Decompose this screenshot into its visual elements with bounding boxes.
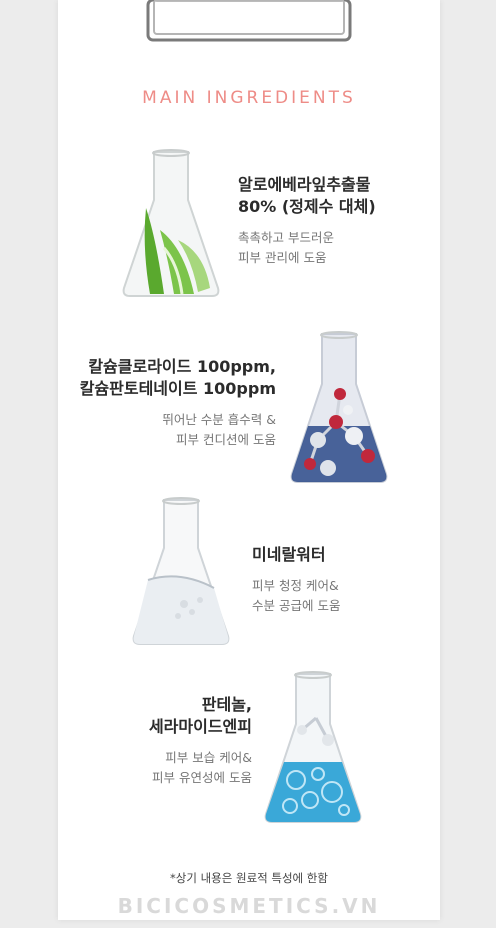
title-line: 판테놀, (201, 695, 252, 714)
desc-line: 피부 컨디션에 도움 (176, 432, 276, 447)
desc-line: 피부 청정 케어& (252, 578, 339, 593)
desc-line: 피부 보습 케어& (165, 750, 252, 765)
title-line: 미네랄워터 (252, 545, 326, 564)
desc-line: 피부 유연성에 도움 (152, 770, 252, 785)
molecule-flask-image (290, 331, 388, 483)
ingredient-calcium: 칼슘클로라이드 100ppm, 칼슘판토테네이트 100ppm 뛰어난 수분 흡… (66, 356, 276, 450)
title-line: 80% (정제수 대체) (238, 197, 376, 216)
section-heading: MAIN INGREDIENTS (142, 88, 356, 108)
title-line: 칼슘클로라이드 100ppm, (88, 357, 276, 376)
title-line: 알로에베라잎추출물 (238, 175, 371, 194)
ingredient-panthenol: 판테놀, 세라마이드엔피 피부 보습 케어& 피부 유연성에 도움 (66, 694, 252, 788)
ingredient-title: 칼슘클로라이드 100ppm, 칼슘판토테네이트 100ppm (66, 356, 276, 400)
water-flask-image (132, 497, 230, 645)
watermark: BICICOSMETICS.VN (117, 894, 381, 918)
title-line: 칼슘판토테네이트 100ppm (79, 379, 276, 398)
aloe-flask-image (122, 149, 220, 297)
ingredient-desc: 피부 청정 케어& 수분 공급에 도움 (252, 576, 428, 616)
title-line: 세라마이드엔피 (148, 717, 252, 736)
desc-line: 수분 공급에 도움 (252, 598, 341, 613)
ingredient-desc: 뛰어난 수분 흡수력 & 피부 컨디션에 도움 (66, 410, 276, 450)
desc-line: 뛰어난 수분 흡수력 & (162, 412, 276, 427)
bubble-flask-image (264, 671, 362, 823)
desc-line: 피부 관리에 도움 (238, 250, 327, 265)
desc-line: 촉촉하고 부드러운 (238, 230, 334, 245)
ingredient-title: 판테놀, 세라마이드엔피 (66, 694, 252, 738)
ingredient-desc: 피부 보습 케어& 피부 유연성에 도움 (66, 748, 252, 788)
ingredient-title: 알로에베라잎추출물 80% (정제수 대체) (238, 174, 428, 218)
clipboard-clip (146, 0, 352, 42)
ingredient-title: 미네랄워터 (252, 544, 428, 566)
footnote: *상기 내용은 원료적 특성에 한함 (170, 871, 328, 885)
ingredient-desc: 촉촉하고 부드러운 피부 관리에 도움 (238, 228, 428, 268)
ingredient-aloe: 알로에베라잎추출물 80% (정제수 대체) 촉촉하고 부드러운 피부 관리에 … (238, 174, 428, 268)
ingredient-mineral-water: 미네랄워터 피부 청정 케어& 수분 공급에 도움 (252, 544, 428, 616)
